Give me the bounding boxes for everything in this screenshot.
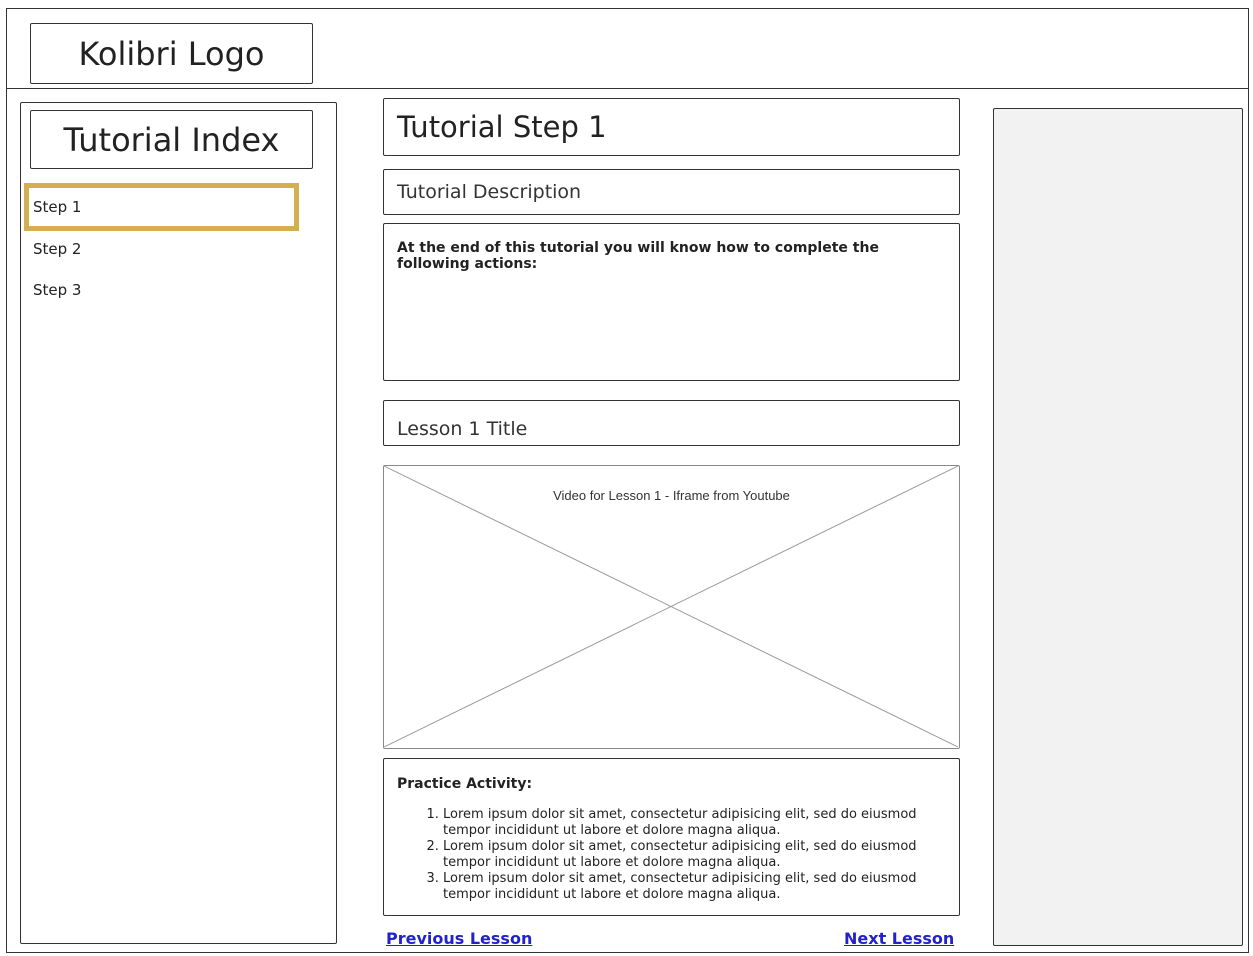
step-title-box: Tutorial Step 1 xyxy=(383,98,960,156)
logo-placeholder: Kolibri Logo xyxy=(30,23,313,84)
lesson-title: Lesson 1 Title xyxy=(397,418,528,440)
practice-box: Practice Activity: Lorem ipsum dolor sit… xyxy=(383,758,960,916)
right-panel xyxy=(993,108,1243,946)
next-lesson-link[interactable]: Next Lesson xyxy=(844,929,954,948)
sidebar-item-step-3[interactable]: Step 3 xyxy=(33,281,81,299)
sidebar-item-step-2[interactable]: Step 2 xyxy=(33,240,81,258)
description-box: At the end of this tutorial you will kno… xyxy=(383,223,960,381)
video-placeholder[interactable]: Video for Lesson 1 - Iframe from Youtube xyxy=(383,465,960,749)
description-text: At the end of this tutorial you will kno… xyxy=(397,240,879,272)
video-label: Video for Lesson 1 - Iframe from Youtube xyxy=(553,488,790,503)
header-divider xyxy=(6,88,1249,89)
practice-heading: Practice Activity: xyxy=(397,776,533,792)
previous-lesson-link[interactable]: Previous Lesson xyxy=(386,929,532,948)
practice-list: Lorem ipsum dolor sit amet, consectetur … xyxy=(397,807,946,903)
sidebar-title: Tutorial Index xyxy=(63,120,280,159)
logo-text: Kolibri Logo xyxy=(78,34,265,73)
practice-item: Lorem ipsum dolor sit amet, consectetur … xyxy=(443,871,946,903)
sidebar-title-box: Tutorial Index xyxy=(30,110,313,169)
lesson-title-box: Lesson 1 Title xyxy=(383,400,960,446)
description-title: Tutorial Description xyxy=(397,181,582,203)
description-title-box: Tutorial Description xyxy=(383,169,960,215)
practice-item: Lorem ipsum dolor sit amet, consectetur … xyxy=(443,839,946,871)
practice-item: Lorem ipsum dolor sit amet, consectetur … xyxy=(443,807,946,839)
video-placeholder-cross xyxy=(384,466,958,747)
sidebar-item-step-1[interactable]: Step 1 xyxy=(33,198,81,216)
step-title: Tutorial Step 1 xyxy=(397,110,607,144)
